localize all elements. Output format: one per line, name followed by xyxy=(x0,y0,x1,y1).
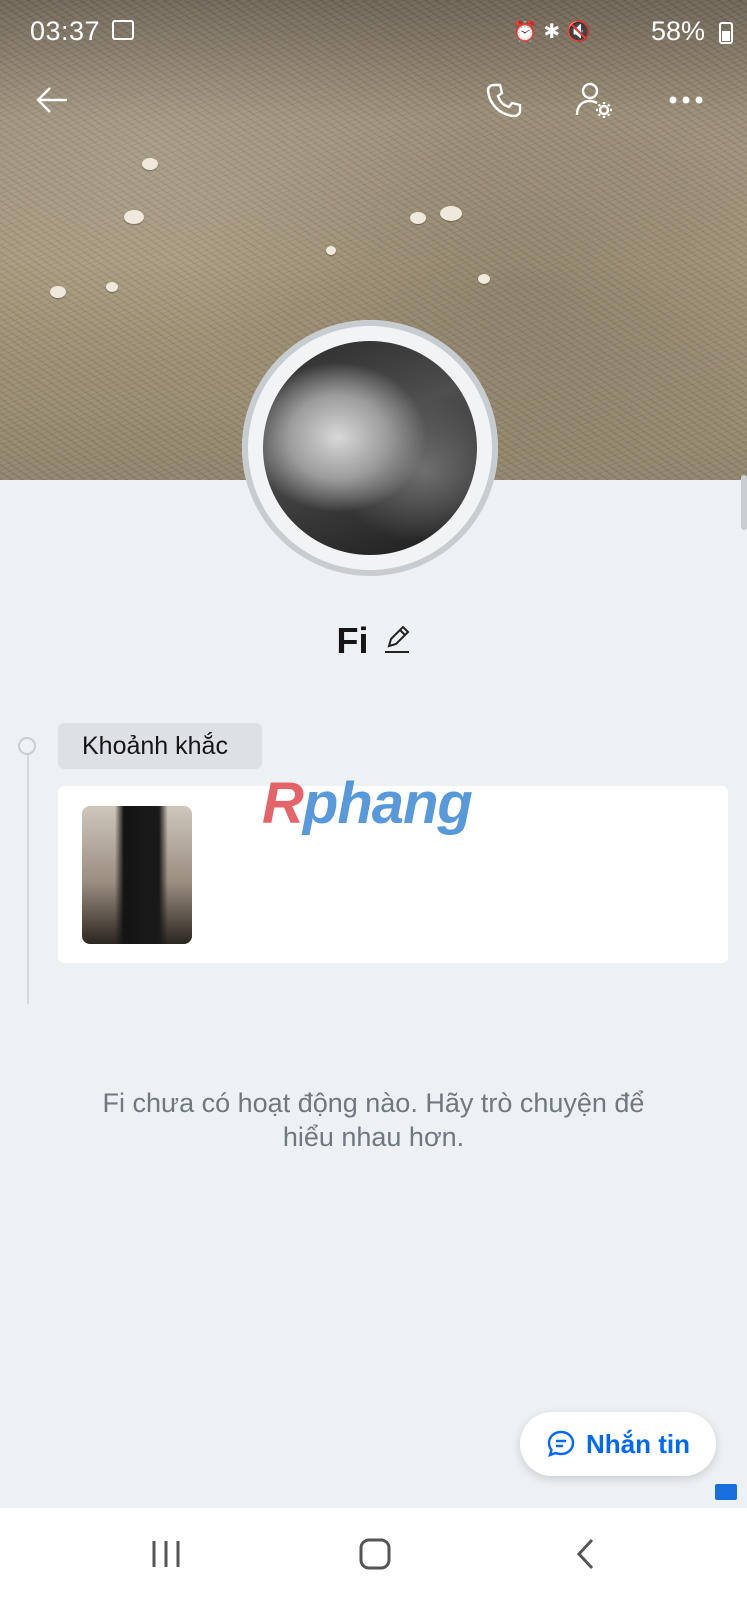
message-button-label: Nhắn tin xyxy=(586,1428,690,1459)
empty-activity-line-2: hiểu nhau hơn. xyxy=(282,1122,465,1152)
more-dots-icon xyxy=(669,96,703,104)
timeline-dot xyxy=(18,737,36,755)
avatar[interactable] xyxy=(263,341,477,555)
system-navigation-bar xyxy=(0,1508,747,1600)
shell-decoration xyxy=(124,210,144,224)
status-time: 03:37 xyxy=(30,16,101,46)
shell-decoration xyxy=(106,282,118,292)
status-bar: 03:37 ⏰✱🔇 58% xyxy=(0,0,747,64)
moment-thumbnail[interactable] xyxy=(82,806,192,944)
empty-activity-message: Fi chưa có hoạt động nào. Hãy trò chuyện… xyxy=(60,1086,687,1154)
moments-label: Khoảnh khắc xyxy=(58,723,262,769)
scroll-indicator xyxy=(741,475,747,530)
arrow-left-icon xyxy=(36,87,67,113)
recent-apps-icon xyxy=(152,1541,180,1567)
battery-icon xyxy=(719,22,733,44)
more-options-button[interactable] xyxy=(658,72,714,128)
watermark-prefix: R xyxy=(262,771,304,836)
system-status-icons: ⏰✱🔇 xyxy=(512,21,597,43)
shell-decoration xyxy=(50,286,66,298)
shell-decoration xyxy=(142,158,158,170)
profile-name: Fi xyxy=(336,620,369,661)
shell-decoration xyxy=(440,206,462,221)
shell-decoration xyxy=(326,246,336,255)
phone-icon xyxy=(486,83,522,118)
recent-apps-button[interactable] xyxy=(136,1532,196,1576)
profile-name-row: Fi xyxy=(0,620,747,662)
system-back-button[interactable] xyxy=(556,1532,616,1576)
chat-bubble-icon xyxy=(547,1430,575,1457)
watermark-logo: Rphang xyxy=(262,770,473,837)
shell-decoration xyxy=(410,212,426,224)
pencil-icon xyxy=(384,625,409,653)
home-button[interactable] xyxy=(345,1532,405,1576)
timeline-line xyxy=(27,752,29,1004)
battery-percent: 58% xyxy=(650,16,705,46)
call-button[interactable] xyxy=(476,72,532,128)
message-button[interactable]: Nhắn tin xyxy=(520,1412,716,1476)
chevron-left-icon xyxy=(576,1538,594,1570)
watermark-rest: phang xyxy=(302,771,473,836)
image-notification-icon xyxy=(112,20,134,40)
empty-activity-line-1: Fi chưa có hoạt động nào. Hãy trò chuyện… xyxy=(102,1088,645,1118)
user-settings-icon xyxy=(575,82,612,118)
edit-name-button[interactable] xyxy=(383,624,411,659)
shell-decoration xyxy=(478,274,490,284)
corner-badge-icon xyxy=(715,1484,737,1500)
moments-label-text: Khoảnh khắc xyxy=(82,731,228,760)
home-icon xyxy=(359,1538,391,1570)
back-button[interactable] xyxy=(24,72,80,128)
profile-settings-button[interactable] xyxy=(566,72,622,128)
